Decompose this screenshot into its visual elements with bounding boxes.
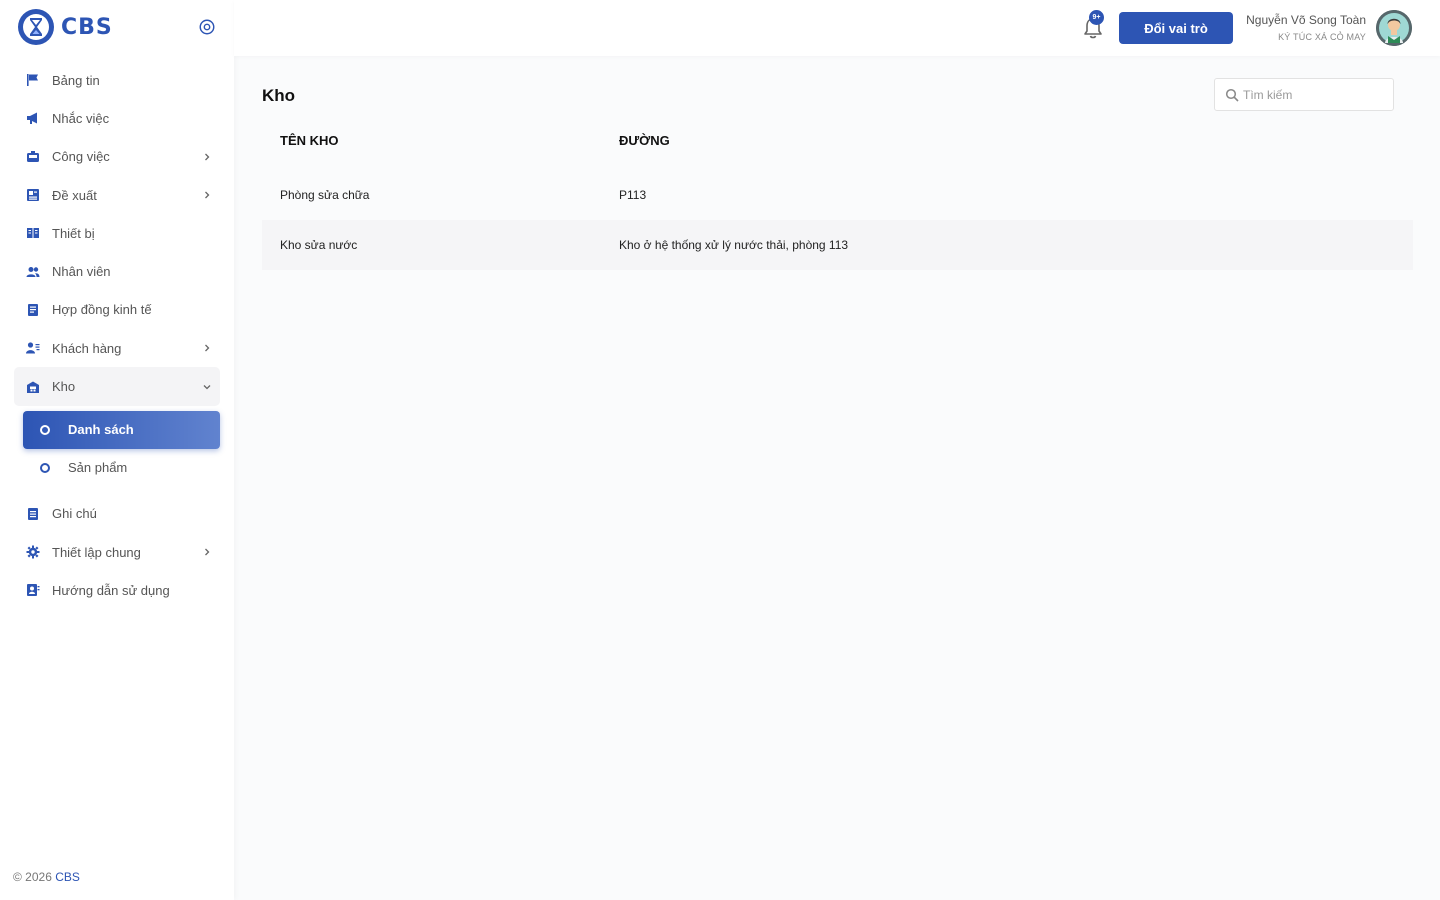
sidebar-item-label: Thiết bị xyxy=(52,225,95,241)
search-icon xyxy=(1225,88,1239,102)
page-title: Kho xyxy=(262,86,296,105)
sidebar-nav: Bảng tin Nhắc việc Công việc Đề xuất Thi… xyxy=(14,61,220,610)
chevron-down-icon xyxy=(203,384,211,389)
notification-badge: 9+ xyxy=(1089,10,1104,25)
chevron-right-icon xyxy=(205,153,210,161)
cell-warehouse-name: Kho sửa nước xyxy=(280,238,358,252)
kho-subnav: Danh sách Sản phẩm xyxy=(14,406,220,495)
column-header-name[interactable]: TÊN KHO xyxy=(262,133,619,148)
switch-role-button[interactable]: Đổi vai trò xyxy=(1119,12,1233,44)
avatar[interactable] xyxy=(1376,10,1412,46)
sidebar-item-label: Thiết lập chung xyxy=(52,544,141,560)
book-icon xyxy=(26,226,40,240)
users-icon xyxy=(26,265,40,279)
user-organization: KÝ TÚC XÁ CỎ MAY xyxy=(1278,32,1366,42)
sidebar-item-thiet-lap-chung[interactable]: Thiết lập chung xyxy=(14,533,220,571)
table-row[interactable]: Kho sửa nước Kho ở hệ thống xử lý nước t… xyxy=(262,220,1413,270)
table-row[interactable]: Phòng sửa chữa P113 xyxy=(262,170,1413,220)
subitem-label: Sản phẩm xyxy=(68,460,128,476)
sidebar-subitem-san-pham[interactable]: Sản phẩm xyxy=(23,449,220,487)
sidebar-item-khach-hang[interactable]: Khách hàng xyxy=(14,329,220,367)
bullet-icon xyxy=(40,424,50,435)
cell-warehouse-address: Kho ở hệ thống xử lý nước thải, phòng 11… xyxy=(619,238,849,252)
bullet-icon xyxy=(40,462,50,473)
copyright-brand-link[interactable]: CBS xyxy=(55,870,80,884)
copyright-text: © 2026 xyxy=(13,870,52,884)
guide-icon xyxy=(26,583,40,597)
megaphone-icon xyxy=(26,111,40,125)
sidebar-item-hop-dong-kinh-te[interactable]: Hợp đồng kinh tế xyxy=(14,291,220,329)
copyright: © 2026 CBS xyxy=(13,870,80,884)
sidebar-item-label: Hướng dẫn sử dụng xyxy=(52,582,170,598)
sidebar-item-label: Nhắc việc xyxy=(52,110,110,126)
contract-icon xyxy=(26,303,40,317)
brand-logo-icon xyxy=(18,9,54,45)
sidebar-item-kho[interactable]: Kho xyxy=(14,367,220,406)
table-body: Phòng sửa chữa P113 Kho sửa nước Kho ở h… xyxy=(262,170,1413,270)
sidebar-item-bang-tin[interactable]: Bảng tin xyxy=(14,61,220,99)
sidebar-item-de-xuat[interactable]: Đề xuất xyxy=(14,176,220,214)
sidebar-item-label: Kho xyxy=(52,379,76,395)
sidebar-item-label: Đề xuất xyxy=(52,187,97,203)
sidebar-item-label: Hợp đồng kinh tế xyxy=(52,302,152,318)
user-name: Nguyễn Võ Song Toàn xyxy=(1246,13,1366,27)
gear-icon xyxy=(26,545,40,559)
sidebar-item-nhan-vien[interactable]: Nhân viên xyxy=(14,252,220,290)
sidebar-subitem-danh-sach[interactable]: Danh sách xyxy=(23,410,220,449)
warehouse-icon xyxy=(26,380,40,394)
briefcase-icon xyxy=(26,150,40,164)
brand[interactable]: CBS xyxy=(18,9,113,45)
cell-warehouse-name: Phòng sửa chữa xyxy=(280,188,370,202)
sidebar: CBS Bảng tin Nhắc việc Công việc Đề xuất… xyxy=(0,0,234,900)
user-info[interactable]: Nguyễn Võ Song Toàn KÝ TÚC XÁ CỎ MAY xyxy=(1246,13,1366,42)
sidebar-item-label: Khách hàng xyxy=(52,340,122,356)
table-header: TÊN KHO ĐƯỜNG xyxy=(262,118,1413,162)
sidebar-item-label: Bảng tin xyxy=(52,72,100,88)
newspaper-icon xyxy=(26,188,40,202)
sidebar-toggle-icon[interactable] xyxy=(197,17,217,37)
sidebar-item-huong-dan-su-dung[interactable]: Hướng dẫn sử dụng xyxy=(14,571,220,609)
sidebar-item-label: Ghi chú xyxy=(52,506,97,522)
note-icon xyxy=(26,507,40,521)
flag-icon xyxy=(26,73,40,87)
chevron-right-icon xyxy=(205,191,210,199)
search-box[interactable] xyxy=(1214,78,1394,111)
top-header: 9+ Đổi vai trò Nguyễn Võ Song Toàn KÝ TÚ… xyxy=(234,0,1440,56)
search-input[interactable] xyxy=(1243,87,1383,102)
sidebar-item-thiet-bi[interactable]: Thiết bị xyxy=(14,214,220,252)
user-list-icon xyxy=(26,341,40,355)
cell-warehouse-address: P113 xyxy=(619,188,647,202)
sidebar-item-cong-viec[interactable]: Công việc xyxy=(14,138,220,176)
sidebar-item-label: Nhân viên xyxy=(52,264,111,280)
chevron-right-icon xyxy=(205,344,210,352)
brand-name: CBS xyxy=(61,14,113,40)
sidebar-item-label: Công việc xyxy=(52,149,110,165)
chevron-right-icon xyxy=(205,548,210,556)
warehouse-table: TÊN KHO ĐƯỜNG Phòng sửa chữa P113 Kho sử… xyxy=(262,118,1413,270)
sidebar-item-nhac-viec[interactable]: Nhắc việc xyxy=(14,99,220,137)
subitem-label: Danh sách xyxy=(68,422,134,438)
column-header-address[interactable]: ĐƯỜNG xyxy=(619,133,1413,148)
sidebar-item-ghi-chu[interactable]: Ghi chú xyxy=(14,495,220,533)
